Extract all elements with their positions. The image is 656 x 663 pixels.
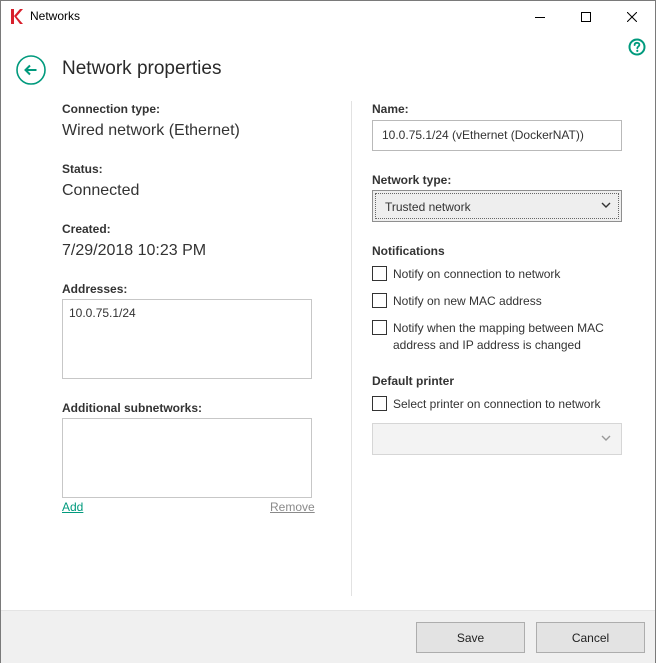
connection-type-value: Wired network (Ethernet) — [62, 122, 240, 139]
help-icon[interactable] — [628, 38, 646, 56]
maximize-button[interactable] — [563, 1, 609, 32]
networks-window: Networks Network properties Connection t… — [0, 0, 656, 663]
page-title: Network properties — [62, 58, 222, 79]
printer-select[interactable] — [372, 423, 622, 455]
column-divider — [351, 101, 352, 596]
list-item[interactable]: 10.0.75.1/24 — [69, 306, 136, 320]
network-type-select[interactable]: Trusted network — [372, 190, 622, 222]
created-value: 7/29/2018 10:23 PM — [62, 242, 207, 259]
kaspersky-logo-icon — [11, 9, 23, 24]
network-type-label: Network type: — [372, 173, 452, 187]
created-label: Created: — [62, 222, 111, 236]
chevron-down-icon — [601, 435, 611, 441]
close-button[interactable] — [609, 1, 655, 32]
additional-subnetworks-label: Additional subnetworks: — [62, 401, 203, 415]
notifications-label: Notifications — [372, 244, 445, 258]
notify-connection-label[interactable]: Notify on connection to network — [393, 266, 560, 283]
select-printer-label[interactable]: Select printer on connection to network — [393, 396, 600, 413]
title-bar: Networks — [1, 1, 655, 32]
additional-subnetworks-list[interactable] — [62, 418, 312, 498]
back-button[interactable] — [16, 55, 46, 85]
chevron-down-icon — [601, 202, 611, 208]
notify-mac-checkbox[interactable] — [372, 293, 387, 308]
addresses-list[interactable]: 10.0.75.1/24 — [62, 299, 312, 379]
status-value: Connected — [62, 182, 140, 199]
add-link[interactable]: Add — [62, 500, 83, 514]
minimize-button[interactable] — [517, 1, 563, 32]
notify-mapping-label[interactable]: Notify when the mapping between MAC addr… — [393, 320, 618, 354]
remove-link[interactable]: Remove — [270, 500, 315, 514]
window-title: Networks — [30, 9, 81, 23]
maximize-icon — [581, 11, 591, 22]
minimize-icon — [535, 16, 545, 18]
default-printer-label: Default printer — [372, 374, 455, 388]
network-type-value: Trusted network — [385, 200, 471, 214]
close-icon — [627, 11, 637, 22]
connection-type-label: Connection type: — [62, 102, 160, 116]
status-label: Status: — [62, 162, 103, 176]
cancel-button[interactable]: Cancel — [536, 622, 645, 653]
name-input[interactable]: 10.0.75.1/24 (vEthernet (DockerNAT)) — [372, 120, 622, 151]
select-printer-checkbox[interactable] — [372, 396, 387, 411]
save-button[interactable]: Save — [416, 622, 525, 653]
footer-bar: Save Cancel — [1, 610, 655, 663]
name-label: Name: — [372, 102, 409, 116]
notify-connection-checkbox[interactable] — [372, 266, 387, 281]
notify-mapping-checkbox[interactable] — [372, 320, 387, 335]
back-arrow-icon — [24, 64, 37, 76]
addresses-label: Addresses: — [62, 282, 128, 296]
notify-mac-label[interactable]: Notify on new MAC address — [393, 293, 542, 310]
